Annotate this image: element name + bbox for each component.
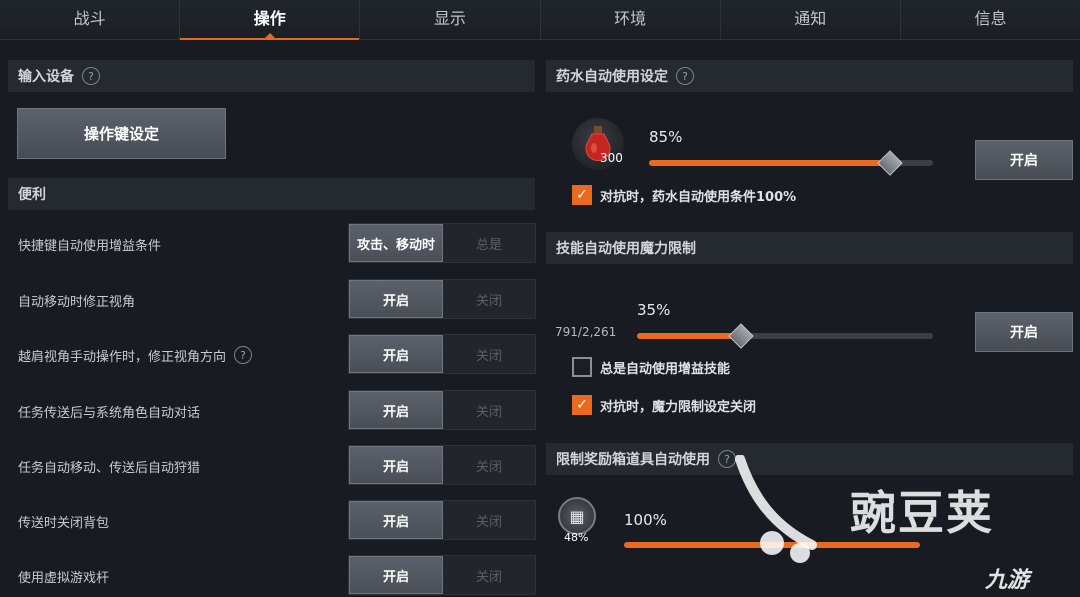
skill-slider-fill [637,333,741,339]
tab-display[interactable]: 显示 [360,0,541,40]
tab-bar: 战斗 操作 显示 环境 通知 信息 [0,0,1080,40]
setting-label-text: 任务传送后与系统角色自动对话 [18,405,201,421]
setting-label-text: 快捷键自动使用增益条件 [18,238,162,254]
checkbox-label: 总是自动使用增益技能 [600,361,731,377]
reward-box-percent-badge: 48% [564,531,589,544]
potion-slider-fill [649,160,891,166]
checkbox-label: 对抗时，药水自动使用条件100% [600,189,797,205]
setting-row: 任务自动移动、传送后自动狩猎 开启 关闭 [10,445,536,487]
reward-percent-label: 100% [624,511,667,529]
tab-controls[interactable]: 操作 [180,0,361,40]
checkbox-checked-icon[interactable]: ✓ [572,395,592,415]
setting-label-text: 自动移动时修正视角 [18,294,136,310]
wandoujia-watermark: 豌豆荚 [732,450,1042,570]
setting-label-text: 任务自动移动、传送后自动狩猎 [18,460,201,476]
setting-row: 使用虚拟游戏杆 开启 关闭 [10,555,536,597]
tab-label: 战斗 [73,9,106,28]
tab-label: 环境 [614,9,647,28]
toggle-on-button[interactable]: 开启 [349,391,443,429]
input-device-header: 输入设备 ? [8,60,535,92]
tab-notifications[interactable]: 通知 [721,0,901,40]
quest-auto-hunt-toggle: 开启 关闭 [348,445,536,485]
shoulder-view-toggle: 开启 关闭 [348,334,536,374]
npc-auto-dialog-toggle: 开启 关闭 [348,390,536,430]
setting-label-text: 使用虚拟游戏杆 [18,570,110,586]
auto-move-camera-toggle: 开启 关闭 [348,279,536,319]
wandoujia-watermark-text: 豌豆荚 [850,486,994,540]
tab-label: 通知 [794,9,827,28]
skill-mana-limit-header: 技能自动使用魔力限制 [546,232,1073,264]
tab-info[interactable]: 信息 [901,0,1080,40]
setting-row: 任务传送后与系统角色自动对话 开启 关闭 [10,390,536,432]
tab-combat[interactable]: 战斗 [0,0,181,40]
help-icon[interactable]: ? [676,67,694,85]
close-bag-on-teleport-toggle: 开启 关闭 [348,500,536,540]
toggle-off-button[interactable]: 关闭 [443,501,535,539]
toggle-on-button[interactable]: 开启 [349,280,443,318]
convenience-header: 便利 [8,178,535,210]
toggle-off-button[interactable]: 关闭 [443,556,535,594]
potion-count: 300 [600,151,623,165]
section-title: 便利 [18,187,46,203]
section-title: 限制奖励箱道具自动使用 [556,452,710,468]
tab-label: 操作 [253,9,286,28]
checkbox-unchecked-icon[interactable] [572,357,592,377]
toggle-off-button[interactable]: 关闭 [443,335,535,373]
toggle-off-button[interactable]: 关闭 [443,446,535,484]
mana-value: 791/2,261 [555,325,617,339]
toggle-on-button[interactable]: 开启 [349,501,443,539]
setting-row: 自动移动时修正视角 开启 关闭 [10,279,536,321]
toggle-off-button[interactable]: 关闭 [443,391,535,429]
potion-auto-use-header: 药水自动使用设定 ? [546,60,1073,92]
section-title: 药水自动使用设定 [556,69,668,85]
checkbox-label: 对抗时，魔力限制设定关闭 [600,399,757,415]
help-icon[interactable]: ? [82,67,100,85]
buff-condition-toggle: 攻击、移动时 总是 [348,223,536,263]
setting-row: 越肩视角手动操作时，修正视角方向? 开启 关闭 [10,334,536,376]
setting-label-text: 越肩视角手动操作时，修正视角方向 [18,349,227,365]
setting-row: 快捷键自动使用增益条件 攻击、移动时 总是 [10,223,536,265]
potion-percent-label: 85% [649,128,683,146]
toggle-on-button[interactable]: 开启 [349,556,443,594]
toggle-on-button[interactable]: 开启 [349,446,443,484]
skill-enable-button[interactable]: 开启 [975,312,1073,352]
potion-slider-handle[interactable] [877,150,904,176]
option-attack-move[interactable]: 攻击、移动时 [349,224,443,262]
potion-pvp-checkbox-row[interactable]: ✓ 对抗时，药水自动使用条件100% [572,185,796,205]
pvp-mana-limit-checkbox-row[interactable]: ✓ 对抗时，魔力限制设定关闭 [572,395,756,415]
checkbox-checked-icon[interactable]: ✓ [572,185,592,205]
skill-percent-label: 35% [637,301,671,319]
tab-label: 显示 [433,9,466,28]
reward-box-icon: ▦ [558,497,596,535]
virtual-joystick-toggle: 开启 关闭 [348,555,536,595]
section-title: 输入设备 [18,69,74,85]
toggle-off-button[interactable]: 关闭 [443,280,535,318]
toggle-on-button[interactable]: 开启 [349,335,443,373]
potion-enable-button[interactable]: 开启 [975,140,1073,180]
tab-environment[interactable]: 环境 [541,0,721,40]
setting-label-text: 传送时关闭背包 [18,515,110,531]
tab-label: 信息 [974,9,1007,28]
pea-pod-logo-icon [735,455,817,563]
option-always[interactable]: 总是 [443,224,535,262]
skill-slider-handle[interactable] [727,323,754,349]
help-icon[interactable]: ? [234,346,253,364]
section-title: 技能自动使用魔力限制 [556,241,696,257]
auto-buff-skill-checkbox-row[interactable]: 总是自动使用增益技能 [572,357,730,377]
jiuyou-watermark-text: 九游 [985,568,1030,593]
keybind-settings-button[interactable]: 操作键设定 [17,108,226,159]
setting-row: 传送时关闭背包 开启 关闭 [10,500,536,542]
